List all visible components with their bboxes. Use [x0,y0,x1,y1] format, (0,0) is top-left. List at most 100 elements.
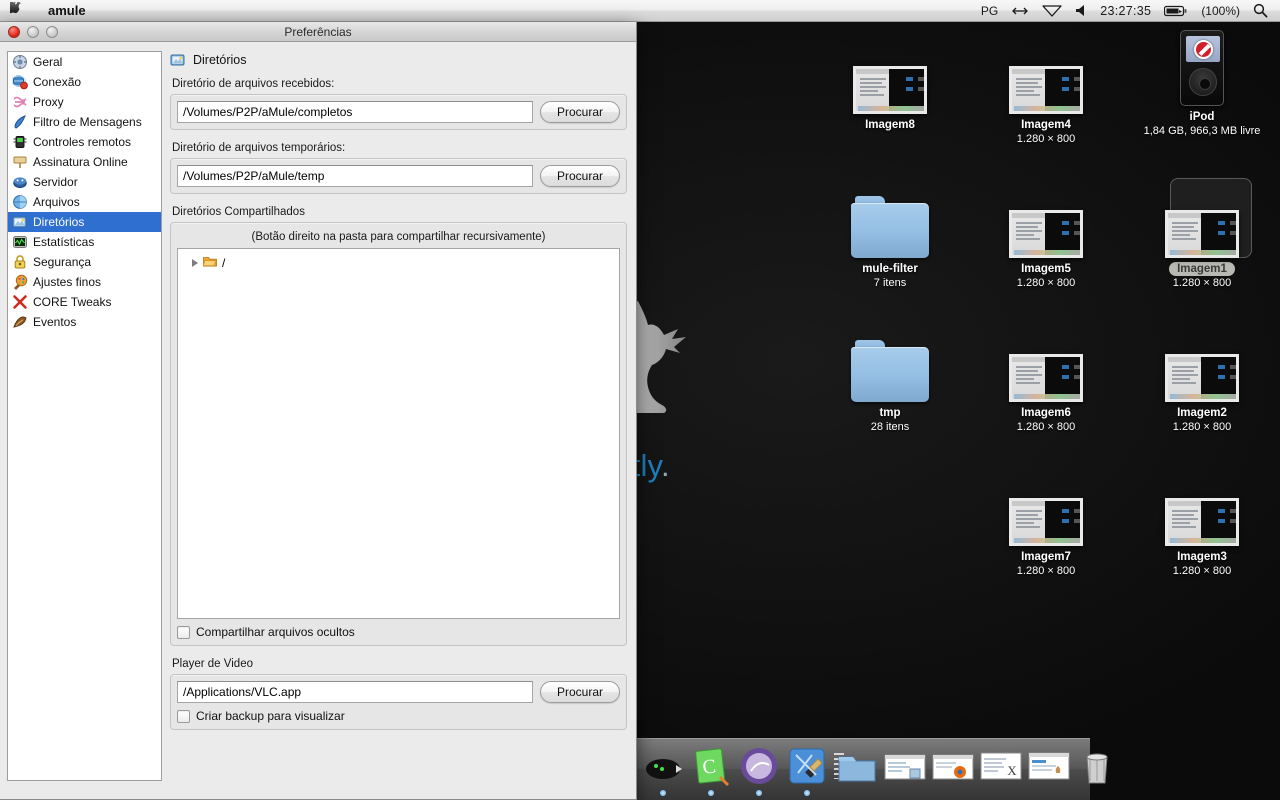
window-titlebar[interactable]: Preferências [0,22,636,42]
sidebar-item-servidor[interactable]: Servidor [8,172,161,192]
desktop-icon[interactable]: Imagem61.280 × 800 [986,326,1106,434]
spotlight-search-icon[interactable] [1253,3,1268,18]
window-preview-amule[interactable] [1026,745,1072,791]
screenshot-thumbnail [1165,498,1239,546]
battery-percent-label: (100%) [1201,4,1240,18]
incoming-dir-browse-button[interactable]: Procurar [540,101,620,123]
desktop-icon-sublabel: 7 itens [830,276,950,290]
textedit-icon[interactable]: C [688,745,734,791]
share-hidden-files-label: Compartilhar arquivos ocultos [196,625,355,639]
sidebar-item-core-tweaks[interactable]: CORE Tweaks [8,292,161,312]
desktop-icon-sublabel: 28 itens [830,420,950,434]
sidebar-item-label: Diretórios [33,215,84,229]
battery-icon[interactable] [1164,5,1188,17]
share-hidden-files-row[interactable]: Compartilhar arquivos ocultos [177,625,620,639]
documents-folder-icon[interactable] [834,745,880,791]
desktop-icon-thumbnail [1142,470,1262,546]
shared-dirs-tree[interactable]: / [177,248,620,619]
desktop-icon-thumbnail [986,470,1106,546]
sidebar-item-controles-remotos[interactable]: Controles remotos [8,132,161,152]
window-preview-1[interactable] [882,745,928,791]
temp-dir-input[interactable]: /Volumes/P2P/aMule/temp [177,165,533,187]
desktop-icon-sublabel: 1.280 × 800 [1142,564,1262,578]
trash-icon[interactable] [1074,745,1120,791]
desktop-icon[interactable]: iPod1,84 GB, 966,3 MB livre [1142,30,1262,138]
menu-bar[interactable]: amule PG 23:27:35 [0,0,1280,22]
incoming-dir-group: /Volumes/P2P/aMule/completos Procurar [170,94,627,130]
menu-app-title[interactable]: amule [48,3,86,18]
screenshot-thumbnail [1165,354,1239,402]
desktop-icon[interactable]: Imagem8 [830,38,950,132]
video-player-input[interactable]: /Applications/VLC.app [177,681,533,703]
desktop-icon-sublabel: 1.280 × 800 [986,564,1106,578]
transmission-icon[interactable] [640,745,686,791]
sidebar-item-eventos[interactable]: Eventos [8,312,161,332]
volume-speaker-icon[interactable] [1075,4,1087,17]
panel-header: Diretórios [170,52,627,68]
desktop-icon-sublabel: 1,84 GB, 966,3 MB livre [1142,124,1262,138]
menu-clock[interactable]: 23:27:35 [1100,4,1151,18]
bluetooth-transfer-icon[interactable] [1011,5,1029,17]
apple-logo-icon[interactable] [10,2,26,19]
preferences-main-panel: Diretórios Diretório de arquivos recebid… [162,48,631,799]
dvd-player-icon[interactable] [736,745,782,791]
create-backup-checkbox[interactable] [177,710,190,723]
desktop-icon[interactable]: tmp28 itens [830,326,950,434]
sidebar-item-label: Controles remotos [33,135,131,149]
sidebar-item-filtro-de-mensagens[interactable]: Filtro de Mensagens [8,112,161,132]
window-preview-xchat-glyph: X [980,745,1022,787]
input-source-indicator[interactable]: PG [981,4,998,18]
core-tweaks-icon [12,294,28,310]
dvd-player-icon-glyph [738,745,780,787]
desktop-icon-sublabel: 1.280 × 800 [986,420,1106,434]
proxy-icon [12,94,28,110]
tree-row[interactable]: / [178,254,619,272]
share-hidden-files-checkbox[interactable] [177,626,190,639]
window-preview-xchat[interactable]: X [978,745,1024,791]
xcode-icon[interactable] [784,745,830,791]
sidebar-item-proxy[interactable]: Proxy [8,92,161,112]
sidebar-item-label: Proxy [33,95,64,109]
sidebar-item-geral[interactable]: Geral [8,52,161,72]
desktop-icon[interactable]: Imagem41.280 × 800 [986,38,1106,146]
incoming-dir-input[interactable]: /Volumes/P2P/aMule/completos [177,101,533,123]
desktop-icon[interactable]: Imagem31.280 × 800 [1142,470,1262,578]
desktop-icon[interactable]: Imagem51.280 × 800 [986,182,1106,290]
minimize-button[interactable] [27,26,39,38]
preferences-window[interactable]: Preferências GeralConexão Proxy Filtro de … [0,22,637,800]
zoom-button[interactable] [46,26,58,38]
desktop-icon-thumbnail [986,182,1106,258]
sidebar-item-ajustes-finos[interactable]: Ajustes finos [8,272,161,292]
window-preview-firefox[interactable] [930,745,976,791]
desktop-icon[interactable]: Imagem71.280 × 800 [986,470,1106,578]
directories-icon [170,52,186,68]
sidebar-item-assinatura-online[interactable]: Assinatura Online [8,152,161,172]
chevron-right-icon[interactable] [192,259,198,267]
video-player-browse-button[interactable]: Procurar [540,681,620,703]
desktop-icon[interactable]: Imagem21.280 × 800 [1142,326,1262,434]
desktop-icon-thumbnail [1142,326,1262,402]
sidebar-item-estat-sticas[interactable]: Estatísticas [8,232,161,252]
window-controls[interactable] [0,26,58,38]
desktop-icon[interactable]: mule-filter7 itens [830,182,950,290]
screenshot-thumbnail [1009,210,1083,258]
create-backup-label: Criar backup para visualizar [196,709,345,723]
desktop-icon-sublabel: 1.280 × 800 [1142,276,1262,290]
server-icon [12,174,28,190]
sidebar-item-conex-o[interactable]: Conexão [8,72,161,92]
textedit-icon-glyph: C [690,745,732,787]
close-button[interactable] [8,26,20,38]
desktop-icon-label: Imagem4 [986,118,1106,132]
create-backup-row[interactable]: Criar backup para visualizar [177,709,620,723]
preferences-sidebar[interactable]: GeralConexão Proxy Filtro de Mensagens Cont… [7,51,162,781]
sidebar-item-arquivos[interactable]: Arquivos [8,192,161,212]
sidebar-item-diret-rios[interactable]: Diretórios [8,212,161,232]
shared-dirs-group: (Botão direito na pasta para compartilha… [170,222,627,646]
desktop-icon[interactable]: Imagem11.280 × 800 [1142,182,1262,290]
airport-wifi-icon[interactable] [1042,4,1062,17]
general-gear-icon [12,54,28,70]
sidebar-item-seguran-a[interactable]: Segurança [8,252,161,272]
temp-dir-browse-button[interactable]: Procurar [540,165,620,187]
window-preview-amule-glyph [1028,745,1070,787]
desktop-icon-label: Imagem6 [986,406,1106,420]
